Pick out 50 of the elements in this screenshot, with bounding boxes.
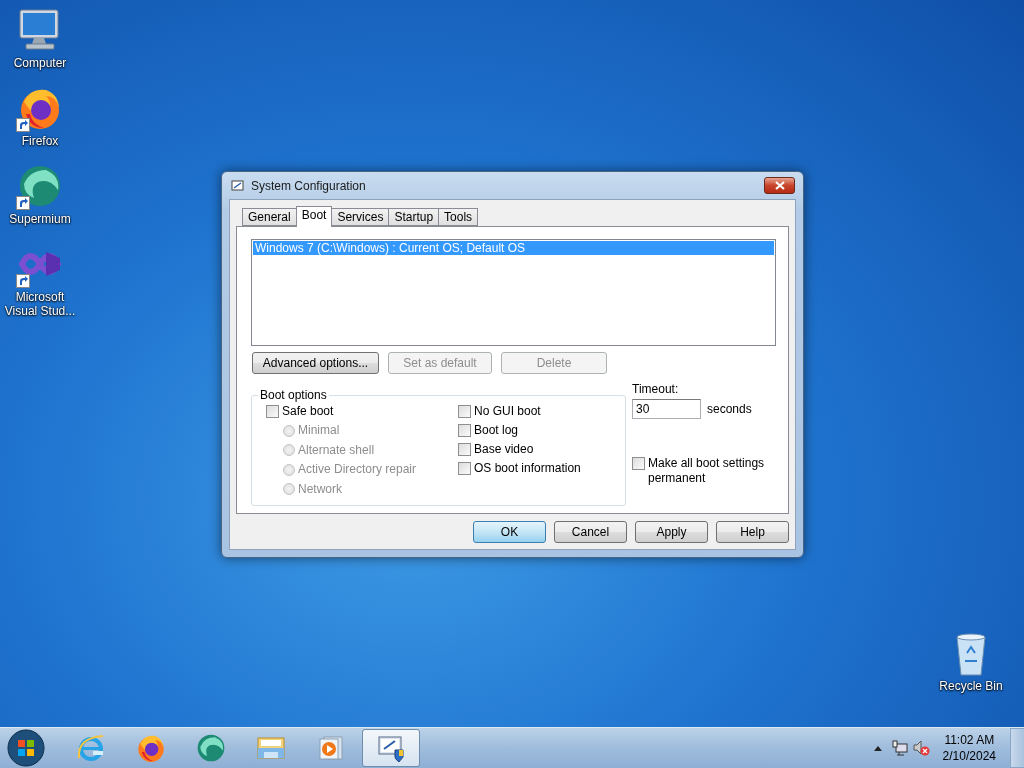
tab[interactable]: General [242,208,297,226]
clock-date: 2/10/2024 [942,749,996,763]
radio-label: Network [298,481,342,497]
caret-icon [873,745,882,751]
close-icon [774,181,785,190]
group-title: Boot options [259,388,328,402]
network-icon [891,740,908,756]
checkbox-label: Make all boot settings permanent [648,456,766,486]
window-title: System Configuration [251,178,367,193]
desktop-icon-label[interactable]: Firefox [2,134,78,148]
desktop-icon-label[interactable]: Microsoft Visual Stud... [2,290,78,318]
checkbox-label: No GUI boot [474,404,541,419]
tab[interactable]: Startup [388,208,440,226]
tab[interactable]: Boot [295,206,333,227]
show-desktop-button[interactable] [1010,728,1024,768]
checkbox-label: OS boot information [474,461,581,476]
checkbox[interactable] [458,424,471,437]
checkbox-label: Safe boot [282,404,334,419]
radio-label: Alternate shell [298,442,375,458]
checkbox[interactable] [458,443,471,456]
muted-speaker-icon [912,740,931,756]
tab[interactable]: Tools [438,208,479,226]
desktop-icon-label[interactable]: Computer [2,56,78,70]
checkbox-label: Boot log [474,423,519,438]
checkbox[interactable] [458,462,471,475]
system-configuration-icon [231,178,245,193]
timeout-unit: seconds [707,402,752,416]
taskbar-button[interactable] [362,729,420,767]
dialog-button[interactable]: Apply [635,521,708,543]
dialog-button[interactable]: Help [716,521,789,543]
timeout-field[interactable]: 30 [632,399,701,419]
radio-label: Active Directory repair [298,462,417,478]
timeout-label: Timeout: [632,382,680,396]
checkbox[interactable] [458,405,471,418]
dialog-button[interactable]: OK [473,521,546,543]
supermium-icon [195,732,227,764]
start-button[interactable] [6,728,46,768]
tab[interactable]: Services [331,208,390,226]
desktop-icon-label[interactable]: Recycle Bin [930,679,1012,693]
entry-button[interactable]: Advanced options... [252,352,379,374]
desktop-icon-label[interactable]: Supermium [2,212,78,226]
checkbox[interactable] [632,457,645,470]
clock-time: 11:02 AM [944,733,995,747]
start-orb-icon [7,729,45,767]
checkbox-label: Base video [474,442,534,457]
dialog-button[interactable]: Cancel [554,521,627,543]
radio-label: Minimal [298,423,340,439]
close-button[interactable] [764,177,795,194]
checkbox[interactable] [266,405,279,418]
clock[interactable]: 11:02 AM 2/10/2024 [932,733,1010,763]
